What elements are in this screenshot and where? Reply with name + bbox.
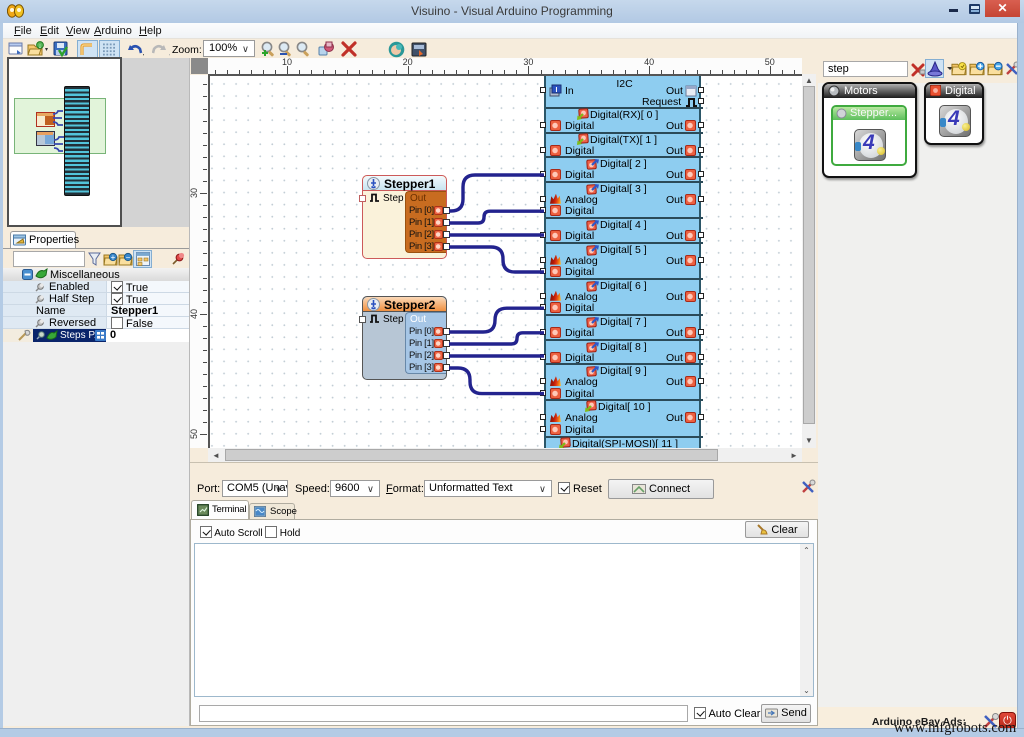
svg-text:I: I — [556, 87, 558, 94]
svg-text:−: − — [126, 253, 131, 262]
svg-text:+: + — [111, 253, 116, 262]
svg-text:↓: ↓ — [38, 43, 42, 50]
